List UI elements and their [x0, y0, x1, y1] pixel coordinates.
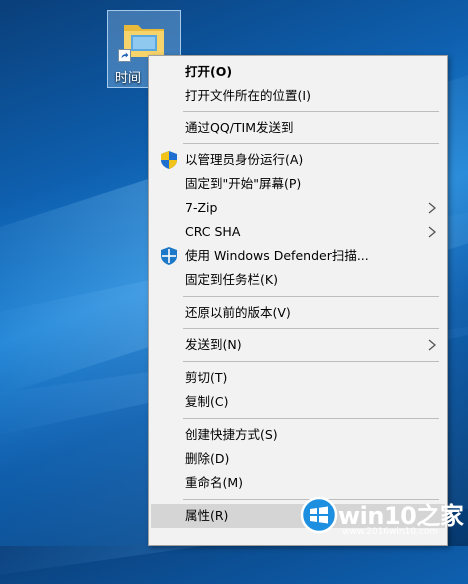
menu-separator [183, 111, 439, 112]
menu-item-label: 使用 Windows Defender扫描... [185, 248, 369, 263]
menu-item-send-via-qq-tim[interactable]: 通过QQ/TIM发送到 [151, 116, 445, 140]
menu-item-open-file-location[interactable]: 打开文件所在的位置(I) [151, 84, 445, 108]
menu-item-label: CRC SHA [185, 224, 241, 239]
menu-item-label: 固定到"开始"屏幕(P) [185, 176, 302, 191]
menu-item-label: 打开文件所在的位置(I) [185, 88, 311, 103]
menu-separator [183, 418, 439, 419]
chevron-right-icon [428, 202, 437, 214]
menu-item-label: 发送到(N) [185, 337, 242, 352]
menu-separator [183, 361, 439, 362]
watermark-url: www.2016win10.com [342, 527, 439, 537]
desktop-icon-label: 时间 [114, 71, 141, 86]
menu-item-label: 还原以前的版本(V) [185, 305, 291, 320]
menu-item-defender-scan[interactable]: 使用 Windows Defender扫描... [151, 244, 445, 268]
context-menu: 打开(O) 打开文件所在的位置(I) 通过QQ/TIM发送到 以管理员身份运行(… [148, 55, 448, 546]
watermark: win10之家 www.2016win10.com [298, 494, 468, 546]
menu-item-label: 创建快捷方式(S) [185, 427, 278, 442]
menu-item-send-to[interactable]: 发送到(N) [151, 333, 445, 357]
menu-item-label: 固定到任务栏(K) [185, 272, 278, 287]
menu-item-label: 7-Zip [185, 200, 218, 215]
menu-item-rename[interactable]: 重命名(M) [151, 471, 445, 495]
menu-item-label: 通过QQ/TIM发送到 [185, 120, 294, 135]
shortcut-arrow-icon [118, 49, 131, 62]
menu-item-crc-sha[interactable]: CRC SHA [151, 220, 445, 244]
menu-item-pin-to-start[interactable]: 固定到"开始"屏幕(P) [151, 172, 445, 196]
watermark-title: win10之家 [338, 502, 464, 530]
menu-item-label: 以管理员身份运行(A) [185, 152, 304, 167]
menu-item-label: 复制(C) [185, 394, 229, 409]
menu-item-create-shortcut[interactable]: 创建快捷方式(S) [151, 423, 445, 447]
uac-shield-icon [161, 151, 177, 169]
menu-separator [183, 143, 439, 144]
menu-item-run-as-admin[interactable]: 以管理员身份运行(A) [151, 148, 445, 172]
menu-item-label: 删除(D) [185, 451, 230, 466]
menu-separator [183, 328, 439, 329]
menu-item-label: 重命名(M) [185, 475, 244, 490]
menu-separator [183, 296, 439, 297]
windows-defender-icon [161, 247, 177, 265]
menu-item-label: 剪切(T) [185, 370, 228, 385]
menu-item-delete[interactable]: 删除(D) [151, 447, 445, 471]
chevron-right-icon [428, 226, 437, 238]
menu-item-cut[interactable]: 剪切(T) [151, 366, 445, 390]
menu-item-7zip[interactable]: 7-Zip [151, 196, 445, 220]
menu-item-open[interactable]: 打开(O) [151, 60, 445, 84]
menu-item-label: 属性(R) [185, 508, 229, 523]
win10-logo-icon [300, 496, 338, 534]
menu-item-restore-previous-versions[interactable]: 还原以前的版本(V) [151, 301, 445, 325]
chevron-right-icon [428, 339, 437, 351]
menu-item-copy[interactable]: 复制(C) [151, 390, 445, 414]
menu-item-label: 打开(O) [185, 64, 233, 79]
menu-item-pin-to-taskbar[interactable]: 固定到任务栏(K) [151, 268, 445, 292]
